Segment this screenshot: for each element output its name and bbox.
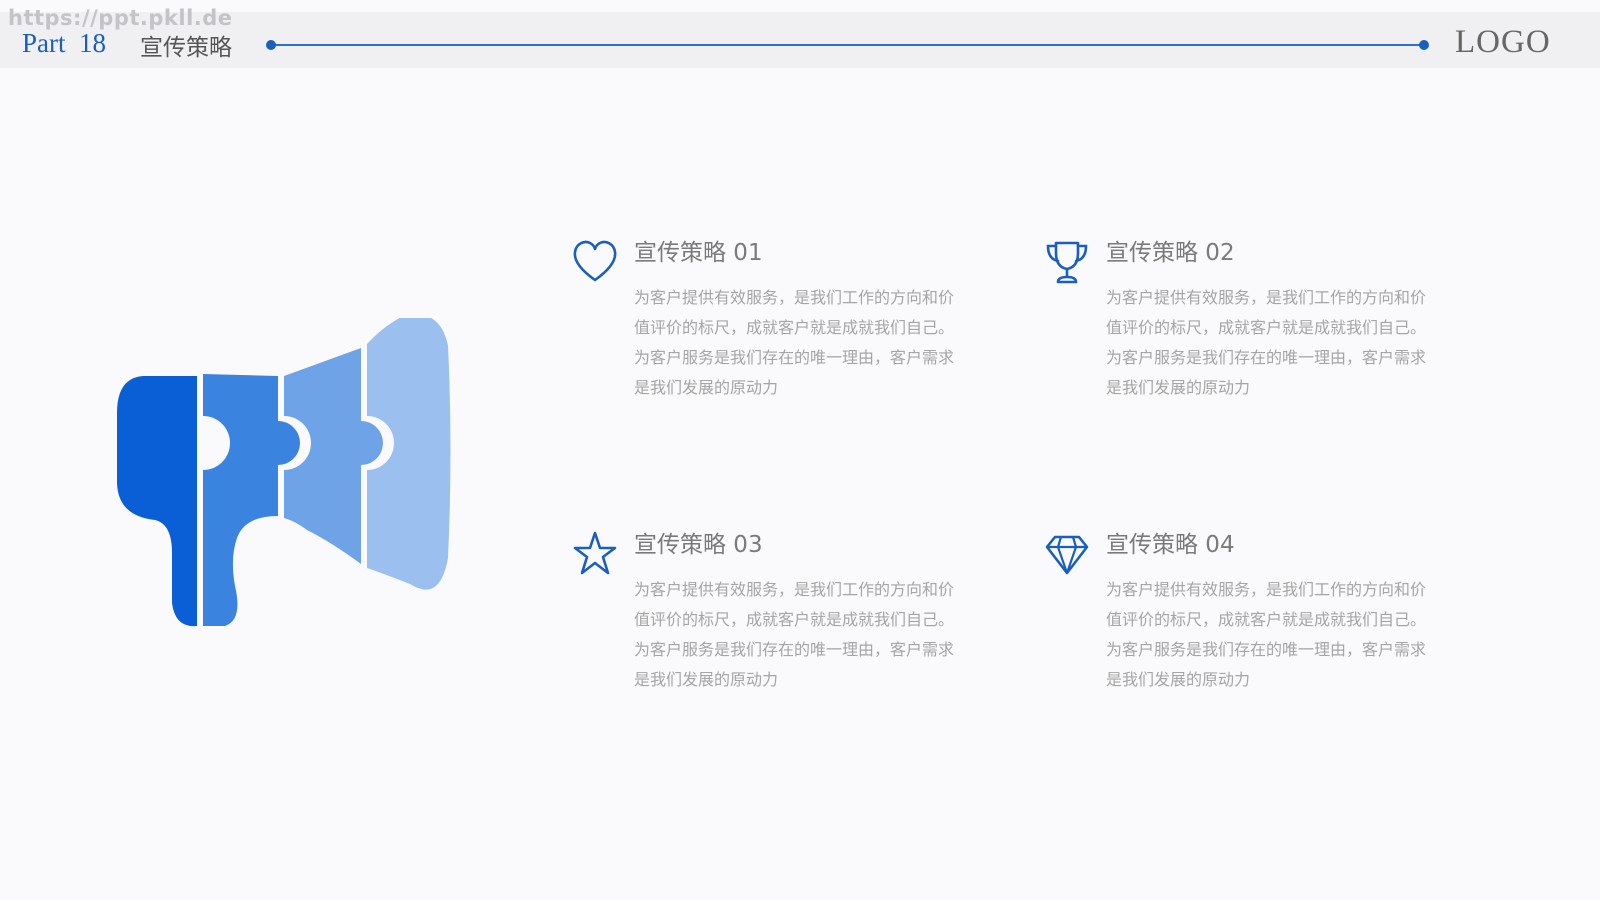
star-icon (572, 529, 618, 577)
megaphone-segment-1 (117, 376, 197, 627)
diamond-icon (1044, 529, 1090, 577)
item-title: 宣传策略 03 (634, 532, 763, 558)
watermark: https://ppt.pkll.de (8, 6, 233, 30)
divider-dot-right (1419, 40, 1429, 50)
divider-dot-left (266, 40, 276, 50)
item-description: 为客户提供有效服务，是我们工作的方向和价值评价的标尺，成就客户就是成就我们自己。… (1106, 580, 1427, 689)
trophy-icon (1044, 237, 1090, 285)
strategy-item-4: 宣传策略 04 为客户提供有效服务，是我们工作的方向和价值评价的标尺，成就客户就… (1044, 525, 1504, 715)
header-divider (270, 44, 1424, 46)
heart-icon (572, 237, 618, 285)
part-label: Part 18 (22, 28, 106, 58)
strategy-item-3: 宣传策略 03 为客户提供有效服务，是我们工作的方向和价值评价的标尺，成就客户就… (572, 525, 1032, 715)
header-bar (0, 12, 1600, 68)
strategy-item-2: 宣传策略 02 为客户提供有效服务，是我们工作的方向和价值评价的标尺，成就客户就… (1044, 233, 1504, 423)
item-description: 为客户提供有效服务，是我们工作的方向和价值评价的标尺，成就客户就是成就我们自己。… (634, 580, 955, 689)
item-description: 为客户提供有效服务，是我们工作的方向和价值评价的标尺，成就客户就是成就我们自己。… (1106, 288, 1427, 397)
item-title: 宣传策略 04 (1106, 532, 1235, 558)
item-description: 为客户提供有效服务，是我们工作的方向和价值评价的标尺，成就客户就是成就我们自己。… (634, 288, 955, 397)
item-title: 宣传策略 01 (634, 240, 763, 266)
puzzle-megaphone-illustration (117, 318, 451, 627)
section-title: 宣传策略 (140, 35, 232, 61)
strategy-item-1: 宣传策略 01 为客户提供有效服务，是我们工作的方向和价值评价的标尺，成就客户就… (572, 233, 1032, 423)
item-title: 宣传策略 02 (1106, 240, 1235, 266)
logo: LOGO (1455, 24, 1551, 60)
